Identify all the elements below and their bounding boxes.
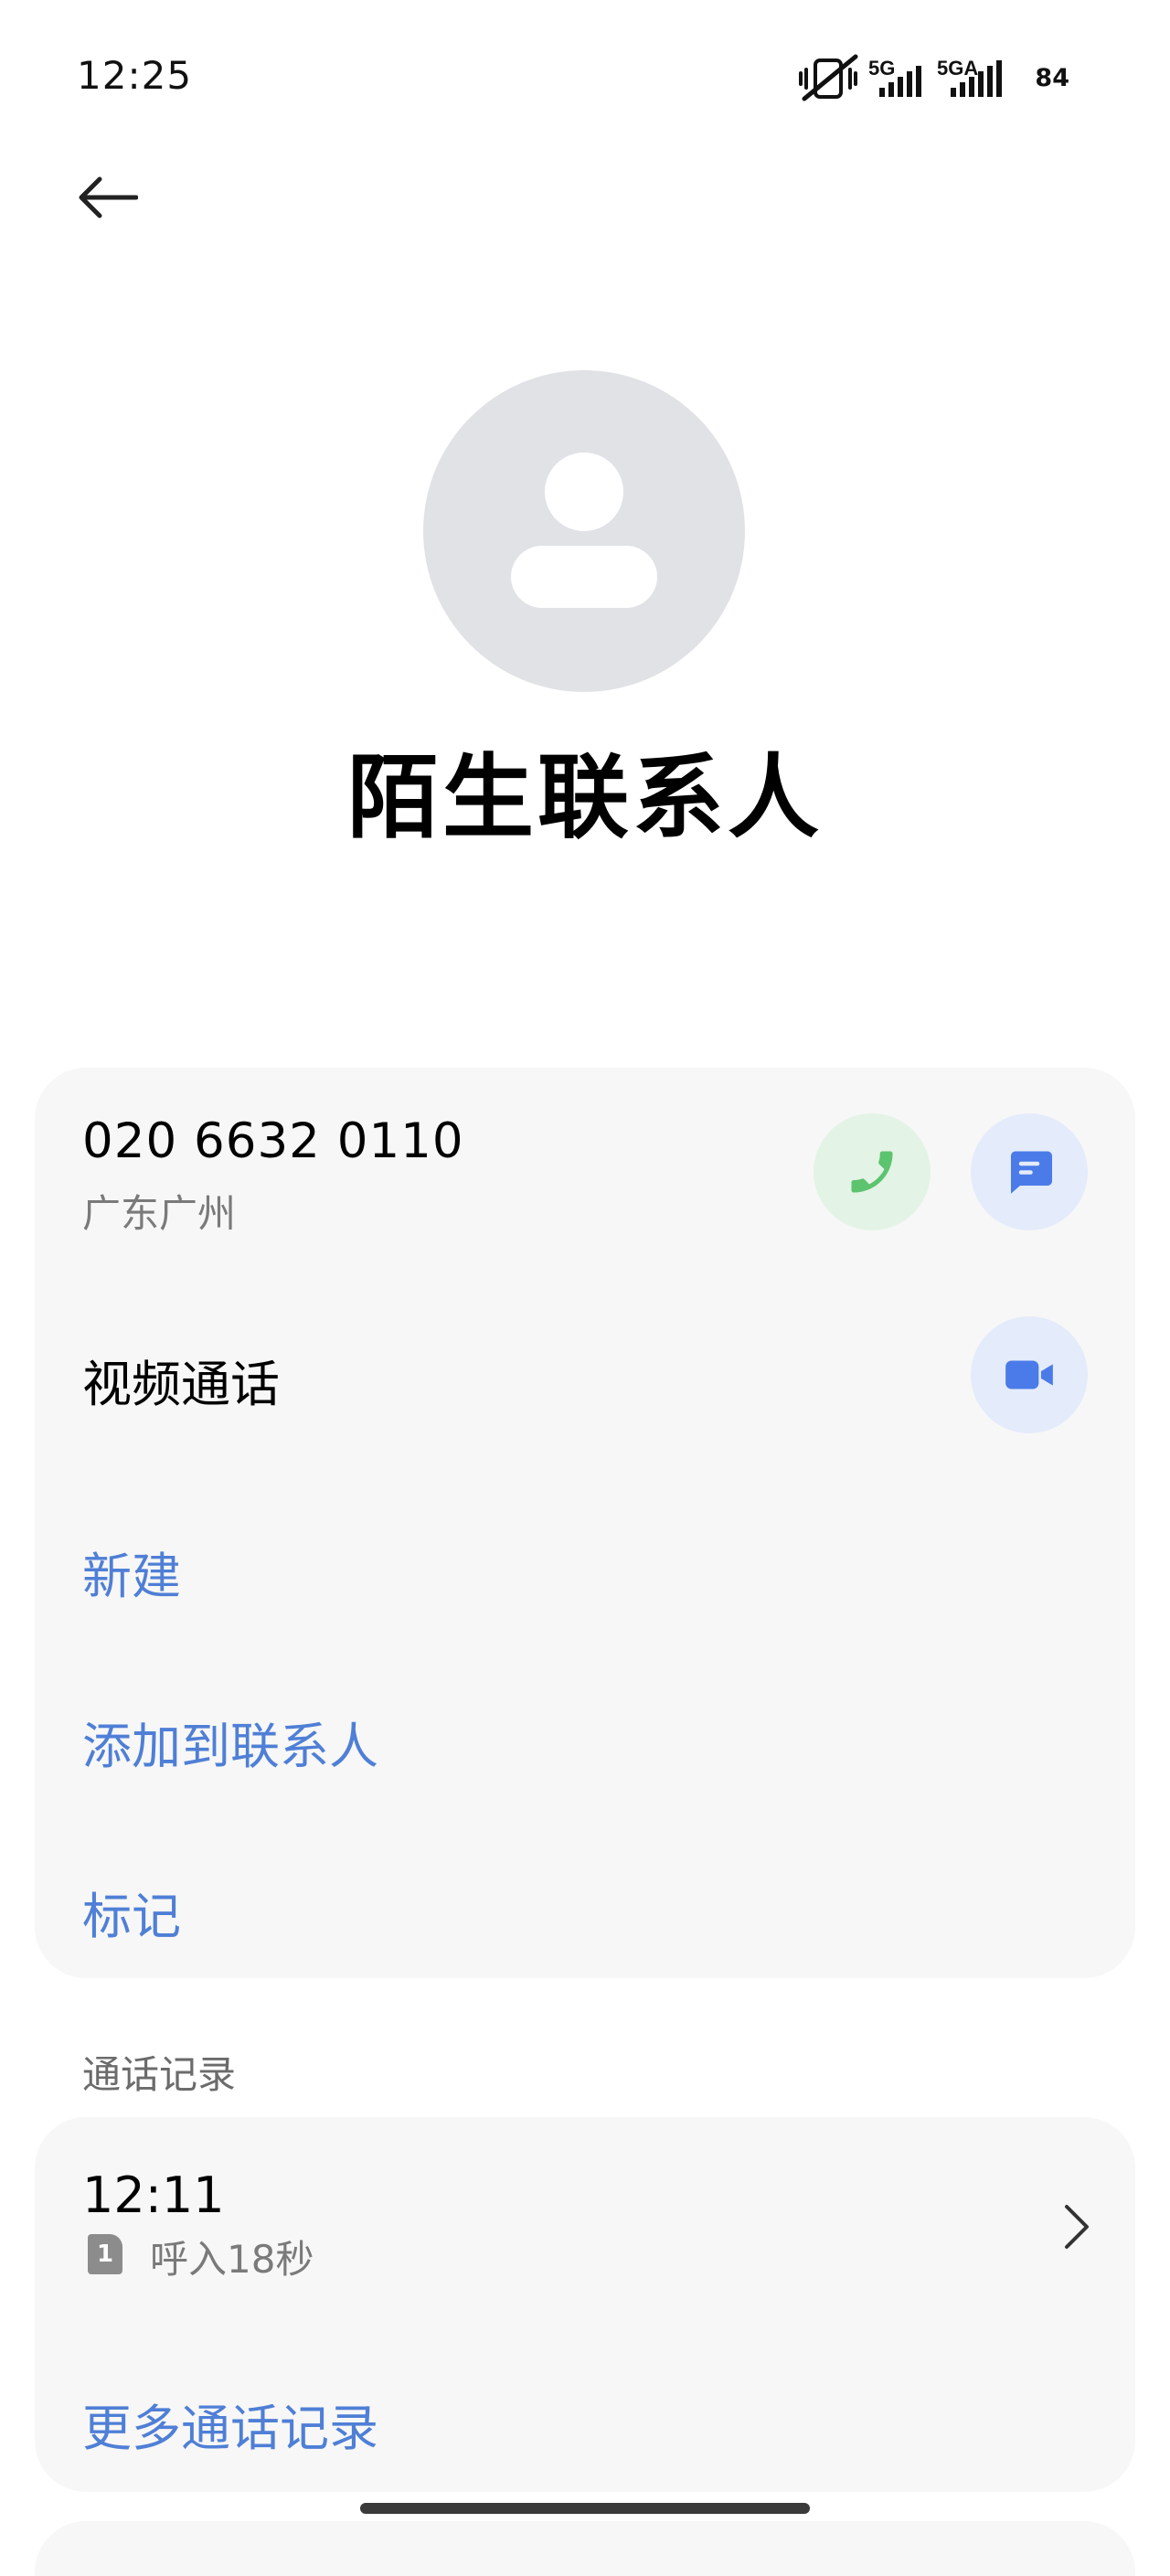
new-contact-link[interactable]: 新建 xyxy=(82,1536,181,1608)
network-label-1: 5G xyxy=(868,57,895,80)
contact-name: 陌生联系人 xyxy=(347,744,823,851)
message-button[interactable] xyxy=(971,1113,1088,1230)
add-to-contacts-link[interactable]: 添加到联系人 xyxy=(82,1706,378,1778)
video-call-label: 视频通话 xyxy=(82,1356,280,1413)
sim-number: 1 xyxy=(96,2241,114,2268)
back-button[interactable] xyxy=(64,154,152,241)
battery-level: 84 xyxy=(1035,64,1069,92)
call-log-card: 12:11 1 呼入18秒 更多通话记录 xyxy=(35,2117,1135,2492)
status-time: 12:25 xyxy=(77,53,193,98)
home-indicator[interactable] xyxy=(360,2503,810,2514)
avatar-head xyxy=(545,452,623,531)
call-button[interactable] xyxy=(814,1113,931,1230)
call-log-detail: 呼入18秒 xyxy=(150,2237,314,2282)
contact-actions-card: 020 6632 0110 广东广州 视频通话 新建 添加到联系人 标记 xyxy=(35,1068,1135,1978)
video-camera-icon xyxy=(1005,1360,1053,1389)
status-icons: 5G 5GA xyxy=(799,54,1002,101)
phone-location: 广东广州 xyxy=(82,1191,237,1236)
sim-card-icon: 1 xyxy=(88,2234,122,2274)
avatar-body xyxy=(511,546,657,608)
avatar xyxy=(423,370,745,692)
phone-number[interactable]: 020 6632 0110 xyxy=(82,1113,464,1169)
next-card-peek xyxy=(35,2521,1135,2576)
mark-link[interactable]: 标记 xyxy=(82,1876,181,1948)
phone-icon xyxy=(851,1151,893,1193)
more-call-log-link[interactable]: 更多通话记录 xyxy=(82,2388,378,2460)
video-call-button[interactable] xyxy=(971,1316,1088,1433)
chevron-right-icon xyxy=(1065,2205,1089,2249)
network-label-2: 5GA xyxy=(937,57,978,80)
call-log-time: 12:11 xyxy=(82,2166,225,2224)
vibrate-mute-icon xyxy=(799,54,858,101)
call-log-title: 通话记录 xyxy=(82,2052,237,2097)
message-icon xyxy=(1011,1151,1052,1194)
back-arrow-icon xyxy=(79,176,138,218)
call-log-entry-chevron[interactable] xyxy=(1051,2190,1102,2263)
